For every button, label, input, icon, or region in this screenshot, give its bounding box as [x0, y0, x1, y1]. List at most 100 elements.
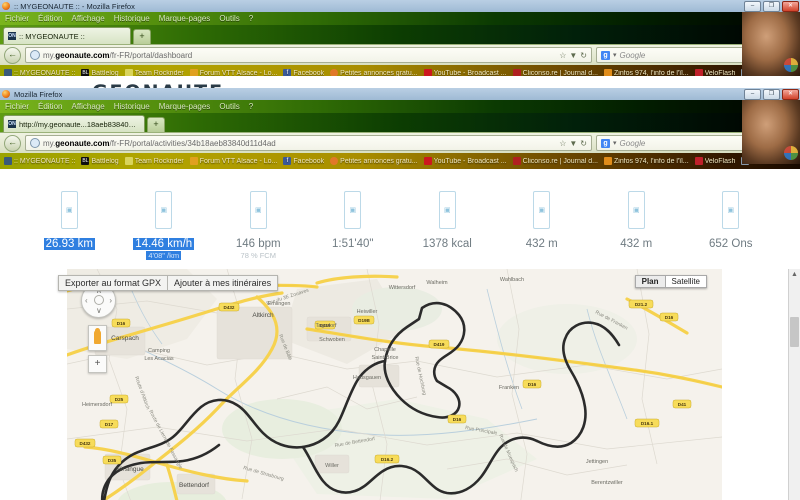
bookmark-item[interactable]: Petites annonces gratu... [330, 157, 418, 165]
menu-historique-back[interactable]: Historique [114, 14, 150, 23]
bookmark-label: :: MYGEONAUTE :: [14, 157, 76, 165]
back-arrow-icon-back[interactable]: ← [4, 46, 21, 64]
map-zoom-in-button[interactable]: + [88, 355, 107, 373]
svg-text:Hausgauen: Hausgauen [353, 375, 381, 381]
map-type-switcher[interactable]: Plan Satellite [634, 275, 707, 288]
address-bar-icons-front[interactable]: ☆ ▼ ↻ [559, 139, 587, 148]
menu-edition-back[interactable]: Édition [38, 14, 62, 23]
menu-fichier-back[interactable]: Fichier [5, 14, 29, 23]
bookmark-item[interactable]: f Facebook [283, 157, 324, 165]
tabstrip-back[interactable]: ON :: MYGEONAUTE :: + [0, 25, 800, 44]
street-view-pegman-icon[interactable] [88, 325, 107, 351]
bookmarks-toolbar-front[interactable]: :: MYGEONAUTE :: BL Battlelog Team Rockri… [0, 153, 800, 169]
chevron-down-icon-back[interactable]: ▼ [569, 51, 577, 60]
pegman-body [94, 330, 101, 344]
navigation-toolbar-front[interactable]: ← my.geonaute.com/fr-FR/portal/activitie… [0, 132, 800, 153]
stat-distance[interactable]: ▣ 26.93 km [22, 191, 117, 250]
menubar-back[interactable]: Fichier Édition Affichage Historique Mar… [0, 12, 800, 25]
menu-affichage-front[interactable]: Affichage [71, 102, 104, 111]
maximize-button-front[interactable]: ❐ [763, 89, 780, 100]
search-input-back[interactable]: Google [620, 51, 646, 60]
firefox-window-foreground[interactable]: Mozilla Firefox – ❐ ✕ Fichier Édition Af… [0, 88, 800, 500]
bookmark-item[interactable]: BL Battlelog [81, 157, 119, 165]
svg-text:D17: D17 [105, 422, 114, 427]
menu-outils-back[interactable]: Outils [219, 14, 239, 23]
close-button-front[interactable]: ✕ [782, 89, 799, 100]
tab-favicon-icon-front: ON [8, 120, 16, 128]
stat-calories[interactable]: ▣ 1378 kcal [400, 191, 495, 250]
bookmark-label: Forum VTT Alsace - Lo... [199, 157, 278, 165]
bookmark-item[interactable]: Team Rockrider [124, 157, 184, 165]
close-button-back[interactable]: ✕ [782, 1, 799, 12]
window-controls-front[interactable]: – ❐ ✕ [744, 89, 799, 100]
menu-edition-front[interactable]: Édition [38, 102, 62, 111]
search-engine-chevron-back[interactable]: ▾ [613, 51, 617, 59]
navigation-toolbar-back[interactable]: ← my.geonaute.com/fr-FR/portal/dashboard… [0, 44, 800, 65]
scrollbar-thumb[interactable] [790, 317, 799, 347]
search-engine-chevron-front[interactable]: ▾ [613, 139, 617, 147]
bookmark-favicon-icon [603, 157, 612, 165]
bookmark-item[interactable]: Cliconso.re | Journal d... [512, 157, 598, 165]
menu-fichier-front[interactable]: Fichier [5, 102, 29, 111]
stat-duration[interactable]: ▣ 1:51'40" [306, 191, 401, 250]
map-type-plan-button[interactable]: Plan [634, 275, 666, 288]
window-controls-back[interactable]: – ❐ ✕ [744, 1, 799, 12]
menu-historique-front[interactable]: Historique [114, 102, 150, 111]
bookmark-item[interactable]: Zinfos 974, l'info de l'îl... [603, 157, 689, 165]
maximize-button-back[interactable]: ❐ [763, 1, 780, 12]
menu-outils-front[interactable]: Outils [219, 102, 239, 111]
menu-aide-back[interactable]: ? [249, 14, 253, 23]
tabstrip-front[interactable]: ON http://my.geonaute...18aeb83840d11d4a… [0, 113, 800, 132]
stat-ascent[interactable]: ▣ 432 m [495, 191, 590, 250]
pan-center-icon[interactable] [94, 295, 104, 305]
reload-icon-front[interactable]: ↻ [580, 139, 587, 148]
reload-icon-back[interactable]: ↻ [580, 51, 587, 60]
bookmark-item[interactable]: Forum VTT Alsace - Lo... [189, 157, 278, 165]
tab-mygeonaute[interactable]: ON :: MYGEONAUTE :: [3, 27, 131, 44]
page-scrollbar[interactable]: ▲ ▼ [788, 269, 800, 500]
export-gpx-button[interactable]: Exporter au format GPX [58, 275, 169, 291]
bookmark-item[interactable]: YouTube - Broadcast ... [423, 157, 507, 165]
map-type-satellite-button[interactable]: Satellite [665, 275, 707, 288]
back-arrow-icon-front[interactable]: ← [4, 134, 21, 152]
minimize-button-back[interactable]: – [744, 1, 761, 12]
bookmark-star-icon-front[interactable]: ☆ [559, 139, 566, 148]
pan-right-icon[interactable]: › [109, 296, 112, 305]
pan-left-icon[interactable]: ‹ [85, 296, 88, 305]
svg-text:Wittersdorf: Wittersdorf [389, 285, 416, 291]
new-tab-button-back[interactable]: + [133, 29, 151, 44]
stat-distance-value: 26.93 km [43, 238, 95, 250]
menu-affichage-back[interactable]: Affichage [71, 14, 104, 23]
bookmark-item[interactable]: VeloFlash [694, 157, 735, 165]
address-bar-icons-back[interactable]: ☆ ▼ ↻ [559, 51, 587, 60]
search-input-front[interactable]: Google [620, 139, 646, 148]
new-tab-button-front[interactable]: + [147, 117, 165, 132]
stat-heartrate[interactable]: ▣ 146 bpm 78 % FCM [211, 191, 306, 260]
menubar-front[interactable]: Fichier Édition Affichage Historique Mar… [0, 100, 800, 113]
minimize-button-front[interactable]: – [744, 89, 761, 100]
bookmark-star-icon-back[interactable]: ☆ [559, 51, 566, 60]
bookmark-label: Zinfos 974, l'info de l'îl... [613, 157, 689, 165]
svg-text:Walheim: Walheim [426, 280, 448, 286]
stat-points-value: 652 Ons [709, 238, 753, 250]
address-bar-front[interactable]: my.geonaute.com/fr-FR/portal/activities/… [25, 135, 592, 151]
chevron-down-icon-front[interactable]: ▼ [569, 139, 577, 148]
pan-down-icon[interactable]: ∨ [96, 306, 102, 315]
map-canvas[interactable]: D16 D132 D432 D25 D432 D35 D419 D19B D41… [67, 269, 722, 500]
map-action-buttons[interactable]: Exporter au format GPX Ajouter à mes iti… [58, 275, 279, 291]
menu-marque-pages-front[interactable]: Marque-pages [159, 102, 211, 111]
scroll-up-arrow-icon[interactable]: ▲ [790, 270, 799, 279]
add-to-routes-button[interactable]: Ajouter à mes itinéraires [168, 275, 279, 291]
bookmark-item[interactable]: :: MYGEONAUTE :: [4, 157, 75, 165]
stat-points[interactable]: ▣ 652 Ons [684, 191, 779, 250]
address-bar-back[interactable]: my.geonaute.com/fr-FR/portal/dashboard ☆… [25, 47, 592, 63]
svg-text:D16.2: D16.2 [381, 457, 394, 462]
menu-aide-front[interactable]: ? [249, 102, 253, 111]
activity-map-area[interactable]: D16 D132 D432 D25 D432 D35 D419 D19B D41… [0, 269, 800, 500]
menu-marque-pages-back[interactable]: Marque-pages [159, 14, 211, 23]
ascent-icon: ▣ [533, 191, 551, 229]
stat-speed[interactable]: ▣ 14.46 km/h 4'08" /km [117, 191, 212, 260]
distance-icon: ▣ [60, 191, 78, 229]
tab-activity[interactable]: ON http://my.geonaute...18aeb83840d11d4a… [3, 115, 145, 132]
stat-descent[interactable]: ▣ 432 m [589, 191, 684, 250]
